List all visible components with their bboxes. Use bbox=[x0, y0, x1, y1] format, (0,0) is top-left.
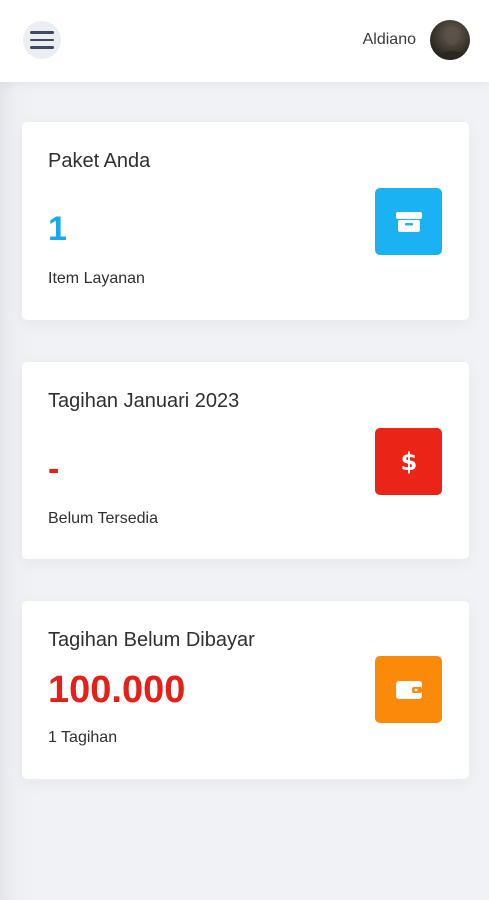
menu-line bbox=[30, 46, 54, 49]
card-tagihan-belum-dibayar[interactable]: Tagihan Belum Dibayar 100.000 1 Tagihan bbox=[22, 601, 469, 779]
card-value: - bbox=[48, 450, 60, 488]
card-subtitle: 1 Tagihan bbox=[48, 729, 118, 746]
top-navbar: Aldiano bbox=[0, 0, 489, 82]
card-paket-anda[interactable]: Paket Anda 1 Item Layanan bbox=[22, 122, 469, 320]
card-tagihan-januari[interactable]: Tagihan Januari 2023 - Belum Tersedia $ bbox=[22, 362, 469, 559]
avatar-photo bbox=[438, 29, 466, 60]
menu-line bbox=[30, 31, 54, 34]
card-subtitle: Belum Tersedia bbox=[48, 510, 158, 527]
card-title: Tagihan Januari 2023 bbox=[48, 390, 240, 412]
box-icon-glyph bbox=[395, 211, 422, 232]
wallet-icon bbox=[375, 656, 442, 723]
menu-line bbox=[30, 38, 54, 42]
dashboard-page: Aldiano Paket Anda 1 Item Layanan Tagiha… bbox=[0, 0, 489, 900]
hamburger-menu-icon[interactable] bbox=[23, 21, 61, 59]
card-subtitle: Item Layanan bbox=[48, 270, 145, 287]
card-value: 100.000 bbox=[48, 669, 186, 711]
user-avatar[interactable] bbox=[430, 20, 470, 60]
dollar-icon-glyph: $ bbox=[400, 448, 417, 476]
svg-text:$: $ bbox=[400, 448, 417, 476]
user-name[interactable]: Aldiano bbox=[363, 31, 416, 49]
card-title: Paket Anda bbox=[48, 150, 151, 172]
card-title: Tagihan Belum Dibayar bbox=[48, 629, 255, 651]
box-icon bbox=[375, 188, 442, 255]
wallet-icon-glyph bbox=[395, 680, 422, 699]
dollar-icon: $ bbox=[375, 428, 442, 495]
card-value: 1 bbox=[48, 210, 67, 248]
